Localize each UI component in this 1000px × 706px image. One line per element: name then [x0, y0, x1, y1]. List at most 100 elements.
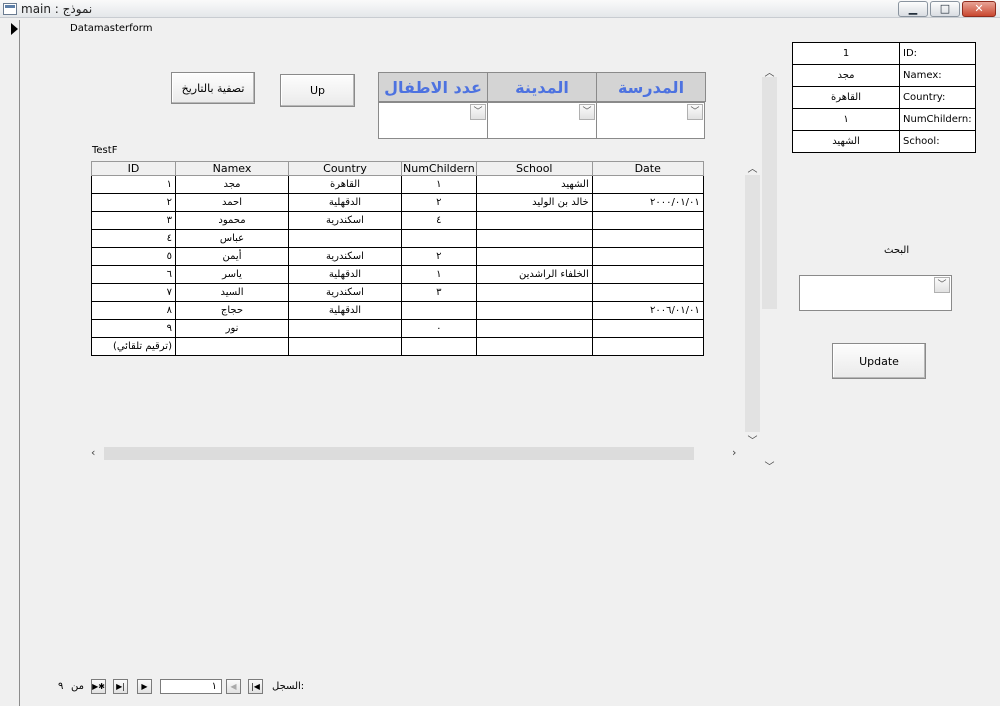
new-record-icon[interactable]: ▶✱ — [91, 679, 106, 694]
grid-cell-num[interactable]: ٢ — [401, 247, 477, 266]
grid-cell-school[interactable] — [475, 247, 593, 266]
grid-cell-school[interactable] — [475, 319, 593, 338]
grid-cell-country[interactable]: الدقهلية — [288, 193, 402, 212]
grid-cell-name[interactable]: مجد — [175, 175, 289, 194]
grid-cell-date[interactable] — [591, 175, 704, 194]
grid-cell-date[interactable] — [591, 319, 704, 338]
grid-cell-country[interactable] — [288, 337, 402, 356]
table-row[interactable]: ٨ حجاج الدقهلية ٢٠٠٦/٠١/٠١ — [91, 301, 704, 320]
next-record-icon[interactable]: ▶ — [137, 679, 152, 694]
grid-horizontal-scrollbar[interactable]: ‹ › — [91, 446, 745, 461]
grid-cell-school[interactable]: خالد بن الوليد — [475, 193, 593, 212]
first-record-icon[interactable]: |◀ — [248, 679, 263, 694]
grid-cell-date[interactable] — [591, 229, 704, 248]
grid-cell-school[interactable] — [475, 229, 593, 248]
grid-cell-id[interactable]: ٨ — [91, 301, 176, 320]
update-button[interactable]: Update — [832, 343, 926, 379]
grid-cell-num[interactable] — [401, 229, 477, 248]
grid-cell-country[interactable]: الدقهلية — [288, 301, 402, 320]
grid-cell-id[interactable]: ٧ — [91, 283, 176, 302]
maximize-button[interactable]: □ — [930, 1, 960, 17]
grid-cell-id[interactable]: ٥ — [91, 247, 176, 266]
children-count-combo[interactable]: ﹀ — [378, 102, 488, 139]
chevron-down-icon[interactable]: ﹀ — [470, 104, 486, 120]
grid-cell-num[interactable]: ١ — [401, 265, 477, 284]
grid-cell-country[interactable]: اسكندرية — [288, 211, 402, 230]
grid-cell-name[interactable]: عباس — [175, 229, 289, 248]
chevron-down-icon[interactable]: ﹀ — [934, 277, 950, 293]
last-record-icon[interactable]: ▶| — [113, 679, 128, 694]
scroll-thumb[interactable] — [762, 77, 777, 309]
grid-cell-num[interactable]: ٠ — [401, 319, 477, 338]
grid-cell-school[interactable]: الخلفاء الراشدين — [475, 265, 593, 284]
grid-cell-name[interactable]: أيمن — [175, 247, 289, 266]
new-record-row[interactable]: (ترقيم تلقائي) — [91, 337, 704, 356]
city-combo[interactable]: ﹀ — [487, 102, 597, 139]
grid-cell-date[interactable]: ٢٠٠٠/٠١/٠١ — [591, 193, 704, 212]
table-row[interactable]: ٣ محمود اسكندرية ٤ — [91, 211, 704, 230]
grid-cell-id[interactable]: ٣ — [91, 211, 176, 230]
scroll-right-icon[interactable]: › — [732, 446, 736, 459]
country-field[interactable]: القاهرة — [792, 86, 900, 109]
table-row[interactable]: ٢ احمد الدقهلية ٢ خالد بن الوليد ٢٠٠٠/٠١/٠١ — [91, 193, 704, 212]
grid-cell-country[interactable] — [288, 319, 402, 338]
grid-cell-country[interactable] — [288, 229, 402, 248]
grid-cell-name[interactable]: نور — [175, 319, 289, 338]
grid-cell-date[interactable]: ٢٠٠٦/٠١/٠١ — [591, 301, 704, 320]
grid-vertical-scrollbar[interactable]: ︿ ﹀ — [745, 160, 760, 447]
grid-cell-id[interactable]: ٤ — [91, 229, 176, 248]
form-vertical-scrollbar[interactable]: ︿ ﹀ — [762, 64, 777, 474]
grid-cell-country[interactable]: اسكندرية — [288, 283, 402, 302]
table-row[interactable]: ٤ عباس — [91, 229, 704, 248]
table-row[interactable]: ١ مجد القاهرة ١ الشهيد — [91, 175, 704, 194]
grid-cell-num[interactable]: ٤ — [401, 211, 477, 230]
close-button[interactable]: ✕ — [962, 1, 996, 17]
grid-cell-school[interactable] — [475, 211, 593, 230]
table-row[interactable]: ٧ السيد اسكندرية ٣ — [91, 283, 704, 302]
scroll-down-icon[interactable]: ﹀ — [745, 432, 760, 447]
grid-cell-name[interactable]: حجاج — [175, 301, 289, 320]
grid-cell-id[interactable]: (ترقيم تلقائي) — [91, 337, 176, 356]
minimize-button[interactable]: ▁ — [898, 1, 928, 17]
chevron-down-icon[interactable]: ﹀ — [579, 104, 595, 120]
grid-cell-date[interactable] — [591, 283, 704, 302]
column-header[interactable]: NumChildern — [401, 161, 477, 176]
scroll-up-icon[interactable]: ︿ — [745, 160, 760, 175]
school-combo[interactable]: ﹀ — [596, 102, 705, 139]
grid-cell-id[interactable]: ٩ — [91, 319, 176, 338]
chevron-down-icon[interactable]: ﹀ — [687, 104, 703, 120]
grid-cell-country[interactable]: الدقهلية — [288, 265, 402, 284]
scroll-track[interactable] — [745, 175, 760, 432]
grid-cell-country[interactable]: اسكندرية — [288, 247, 402, 266]
column-header[interactable]: Country — [288, 161, 402, 176]
grid-cell-date[interactable] — [591, 265, 704, 284]
record-selector[interactable] — [2, 20, 20, 706]
scroll-down-icon[interactable]: ﹀ — [762, 458, 777, 473]
grid-cell-country[interactable]: القاهرة — [288, 175, 402, 194]
name-field[interactable]: مجد — [792, 64, 900, 87]
grid-cell-date[interactable] — [591, 247, 704, 266]
column-header[interactable]: ID — [91, 161, 176, 176]
grid-cell-num[interactable] — [401, 337, 477, 356]
current-record-input[interactable]: ١ — [160, 679, 222, 694]
grid-cell-name[interactable]: السيد — [175, 283, 289, 302]
grid-cell-num[interactable]: ٣ — [401, 283, 477, 302]
table-row[interactable]: ٥ أيمن اسكندرية ٢ — [91, 247, 704, 266]
column-header[interactable]: School — [475, 161, 593, 176]
grid-cell-school[interactable] — [475, 283, 593, 302]
table-row[interactable]: ٦ ياسر الدقهلية ١ الخلفاء الراشدين — [91, 265, 704, 284]
table-row[interactable]: ٩ نور ٠ — [91, 319, 704, 338]
school-field[interactable]: الشهيد — [792, 130, 900, 153]
grid-cell-school[interactable]: الشهيد — [475, 175, 593, 194]
previous-record-icon[interactable]: ◀ — [226, 679, 241, 694]
grid-cell-school[interactable] — [475, 301, 593, 320]
filter-by-date-button[interactable]: تصفية بالتاريخ — [171, 72, 255, 104]
grid-cell-id[interactable]: ١ — [91, 175, 176, 194]
scroll-left-icon[interactable]: ‹ — [91, 446, 95, 459]
grid-cell-name[interactable]: ياسر — [175, 265, 289, 284]
grid-cell-num[interactable]: ١ — [401, 175, 477, 194]
search-combo[interactable]: ﹀ — [799, 275, 952, 311]
column-header[interactable]: Namex — [175, 161, 289, 176]
grid-cell-name[interactable] — [175, 337, 289, 356]
grid-cell-date[interactable] — [591, 211, 704, 230]
